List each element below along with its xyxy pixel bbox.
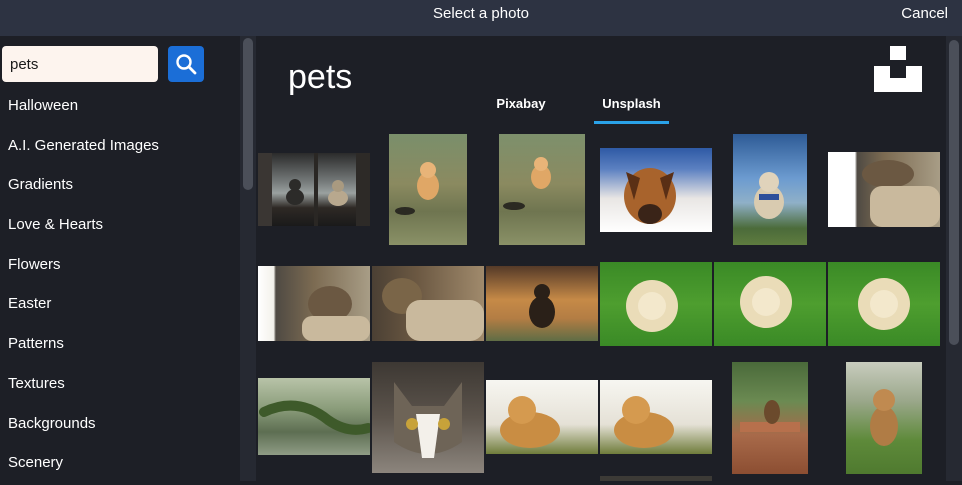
dialog-header: Select a photo Cancel [0, 0, 962, 36]
cat-with-harness-photo [754, 172, 784, 219]
photo-thumbnail[interactable] [846, 362, 922, 474]
unsplash-logo-icon [874, 46, 922, 92]
cat-on-cat-tree-2-photo [302, 286, 370, 341]
photo-thumbnail[interactable] [258, 266, 370, 341]
lizard-photo [259, 400, 370, 435]
category-list: Halloween A.I. Generated Images Gradient… [8, 88, 238, 485]
pomeranian-on-grass-photo [626, 280, 678, 332]
category-item[interactable]: Halloween [8, 88, 238, 128]
cat-on-cat-tree-3-photo [382, 278, 484, 341]
tabby-cat-closeup-photo [394, 382, 462, 458]
photo-thumbnail[interactable] [600, 262, 712, 346]
corgi-running-photo [395, 162, 439, 215]
pomeranian-on-grass-3-photo [858, 278, 910, 330]
photo-thumbnail[interactable] [486, 266, 598, 341]
category-item[interactable]: Scenery [8, 445, 238, 485]
pomeranian-on-grass-2-photo [740, 276, 792, 328]
sidebar: Halloween A.I. Generated Images Gradient… [0, 36, 256, 481]
category-item[interactable]: Love & Hearts [8, 207, 238, 247]
category-item[interactable]: Flowers [8, 247, 238, 287]
dog-in-snow-photo [624, 168, 676, 224]
category-item[interactable]: Backgrounds [8, 406, 238, 446]
category-item[interactable]: Textures [8, 366, 238, 406]
category-item[interactable]: Patterns [8, 326, 238, 366]
photo-thumbnail[interactable] [389, 134, 467, 245]
photo-thumbnail[interactable] [828, 152, 940, 227]
photo-thumbnail[interactable] [258, 153, 370, 226]
sidebar-scrollbar-thumb[interactable] [243, 38, 253, 190]
cats-at-window-photo [258, 153, 370, 226]
rottweiler-in-field-photo [529, 284, 555, 328]
photo-thumbnail[interactable] [714, 262, 826, 346]
photo-thumbnail[interactable] [733, 134, 807, 245]
results-scrollbar-thumb[interactable] [949, 40, 959, 345]
photo-thumbnail[interactable] [600, 380, 712, 454]
tab-unsplash[interactable]: Unsplash [594, 96, 669, 124]
photo-thumbnail[interactable] [372, 362, 484, 473]
search-icon [176, 54, 197, 75]
dialog-title: Select a photo [433, 5, 529, 22]
category-item[interactable]: Easter [8, 286, 238, 326]
dog-at-picnic-table-photo [740, 400, 800, 432]
photo-thumbnail[interactable] [600, 148, 712, 232]
results-heading: pets [288, 58, 353, 96]
category-item[interactable]: A.I. Generated Images [8, 128, 238, 168]
photo-thumbnail[interactable] [486, 380, 598, 454]
golden-puppy-2-photo [614, 396, 674, 448]
puppy-on-lawn-photo [870, 389, 898, 446]
cancel-button[interactable]: Cancel [901, 0, 948, 28]
golden-puppy-photo [500, 396, 560, 448]
results-panel: pets Pixabay Unsplash [256, 36, 946, 481]
photo-thumbnail[interactable] [499, 134, 585, 245]
category-item[interactable]: Gradients [8, 167, 238, 207]
search-button[interactable] [168, 46, 204, 82]
tab-pixabay[interactable]: Pixabay [492, 96, 550, 124]
photo-thumbnail[interactable] [732, 362, 808, 474]
cat-on-cat-tree-photo [862, 160, 940, 227]
search-input[interactable] [2, 46, 158, 82]
corgi-running-2-photo [503, 157, 551, 210]
photo-thumbnail[interactable] [258, 378, 370, 455]
photo-thumbnail[interactable] [600, 476, 712, 481]
photo-thumbnail[interactable] [372, 266, 484, 341]
photo-thumbnail[interactable] [828, 262, 940, 346]
